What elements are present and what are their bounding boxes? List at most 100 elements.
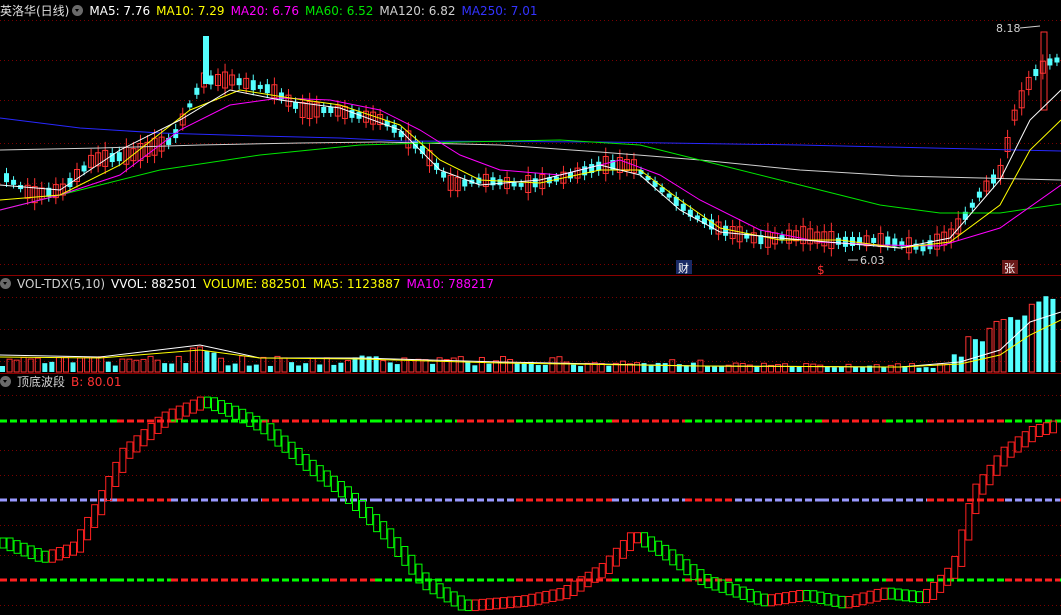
volume-bar-up: [782, 363, 789, 373]
wave-block-down: [6, 537, 14, 552]
volume-bar-up: [77, 357, 84, 373]
volume-bar-down: [42, 363, 48, 372]
wave-block-up: [84, 516, 92, 541]
wave-block-down: [387, 528, 395, 549]
wave-block-down: [732, 584, 740, 598]
ma60-label: MA60: 6.52: [305, 4, 374, 18]
candle-down: [976, 191, 982, 198]
volume-bar-down: [951, 354, 957, 372]
wave-block-down: [676, 554, 684, 571]
volume-bar-down: [472, 365, 478, 372]
volume-bar-down: [246, 365, 252, 372]
volume-bar-down: [394, 364, 400, 372]
candle-down: [885, 236, 891, 246]
volume-bar-down: [49, 361, 55, 372]
volume-bar-down: [289, 362, 295, 372]
wave-block-up: [598, 562, 606, 579]
wave-block-down: [648, 536, 656, 552]
volume-bar-down: [930, 367, 936, 372]
wave-block-down: [443, 587, 451, 603]
volume-bar-down: [571, 364, 577, 372]
wave-block-up: [175, 405, 183, 420]
wave-block-up: [112, 461, 120, 487]
volume-bar-down: [70, 362, 76, 372]
volume-bar-up: [239, 355, 246, 373]
candle-down: [835, 237, 841, 245]
wave-block-up: [866, 590, 874, 604]
high-price-label: 8.18: [996, 22, 1021, 35]
volume-bar-up: [873, 364, 880, 373]
candle-down: [4, 173, 9, 183]
volume-bar-up: [147, 355, 154, 373]
volume-bar-up: [944, 363, 951, 373]
wave-block-down: [34, 548, 42, 562]
candle-down: [116, 152, 122, 162]
event-marker-zhang: 张: [1004, 262, 1015, 275]
wave-block-up: [612, 547, 620, 567]
candle-down: [1054, 57, 1060, 63]
wave-block-up: [619, 540, 627, 559]
volume-bar-down: [853, 366, 859, 372]
volume-bar-down: [690, 362, 696, 372]
wave-block-up: [556, 588, 564, 601]
wave-block-down: [352, 492, 359, 512]
volume-bar-down: [648, 364, 654, 372]
wave-block-up: [944, 567, 952, 586]
vol-title[interactable]: VOL-TDX(5,10): [17, 277, 105, 291]
volume-bar-down: [655, 362, 661, 372]
candle-down: [328, 107, 334, 113]
wave-block-up: [182, 402, 190, 417]
wave-block-up: [535, 592, 543, 605]
dropdown-icon[interactable]: [0, 376, 11, 387]
wave-block-up: [605, 555, 613, 574]
main-pane-header: 英洛华(日线) MA5: 7.76 MA10: 7.29 MA20: 6.76 MA60…: [0, 3, 544, 19]
chart-canvas[interactable]: 8.186.03财 $ 张: [0, 0, 1061, 615]
wave-block-down: [690, 564, 698, 581]
volume-bar-up: [98, 356, 105, 373]
volume-bar-down: [1036, 301, 1042, 372]
volume-bar-up: [908, 363, 915, 373]
wave-block-up: [140, 429, 148, 447]
wave-block-up: [500, 597, 508, 609]
candle-up: [1040, 31, 1048, 111]
wave-block-down: [323, 470, 331, 487]
wave-block-up: [493, 597, 500, 610]
wave-block-up: [514, 595, 522, 608]
volume-bar-down: [211, 352, 217, 372]
volume-bar-up: [760, 362, 767, 373]
volume-bar-down: [838, 366, 844, 372]
volume-bar-down: [796, 366, 802, 372]
candle-down: [871, 237, 877, 243]
volume-bar-up: [619, 360, 626, 373]
volume-bar-down: [486, 363, 492, 372]
wave-block-up: [1049, 420, 1057, 434]
wave-block-down: [274, 429, 282, 447]
dropdown-icon[interactable]: [72, 5, 84, 16]
volume-bar-down: [712, 366, 718, 372]
candle-down: [349, 109, 355, 118]
wave-block-up: [105, 476, 113, 502]
wave-block-down: [302, 454, 310, 471]
volume-bar-up: [34, 357, 41, 373]
candle-down: [81, 165, 87, 172]
wave-block-up: [563, 585, 571, 600]
wave-block-down: [211, 397, 218, 412]
volume-bar-up: [408, 358, 415, 373]
wave-block-up: [937, 574, 945, 593]
wave-block-up: [951, 555, 959, 579]
candle-down: [723, 225, 729, 236]
wave-block-up: [77, 529, 85, 553]
volume-bar-up: [634, 362, 640, 373]
indicator-title[interactable]: 顶底波段: [17, 375, 65, 389]
volume-bar-up: [27, 358, 34, 373]
stock-title[interactable]: 英洛华(日线): [0, 4, 69, 18]
candle-down: [257, 84, 263, 89]
candle-down: [666, 193, 672, 198]
wave-block-down: [901, 589, 909, 602]
wave-block-up: [70, 541, 77, 556]
volume-bar-up: [154, 359, 161, 373]
dropdown-icon[interactable]: [0, 278, 11, 289]
wave-block-down: [380, 521, 388, 540]
wave-block-down: [450, 591, 458, 607]
volume-bar-up: [965, 336, 972, 373]
